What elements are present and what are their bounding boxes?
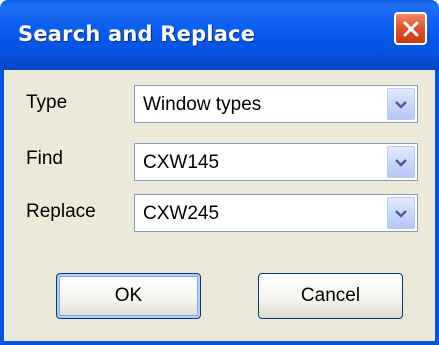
- replace-combobox-value[interactable]: CXW245: [143, 203, 219, 225]
- close-button[interactable]: [394, 12, 427, 45]
- title-bar[interactable]: Search and Replace: [0, 0, 439, 70]
- find-label: Find: [26, 148, 63, 169]
- replace-label: Replace: [26, 201, 96, 222]
- window-title: Search and Replace: [18, 22, 256, 46]
- dialog-body: Type Window types Find CXW145 Replace CX…: [0, 70, 439, 345]
- find-combobox-value[interactable]: CXW145: [143, 152, 219, 174]
- type-dropdown-arrow[interactable]: [387, 88, 415, 120]
- find-combobox[interactable]: CXW145: [134, 143, 418, 181]
- close-icon: [402, 20, 420, 38]
- chevron-down-icon: [394, 95, 408, 114]
- find-dropdown-arrow[interactable]: [387, 146, 415, 178]
- chevron-down-icon: [394, 204, 408, 223]
- chevron-down-icon: [394, 153, 408, 172]
- replace-dropdown-arrow[interactable]: [387, 197, 415, 229]
- search-and-replace-dialog: Search and Replace Type Window types Fin…: [0, 0, 439, 345]
- cancel-button[interactable]: Cancel: [258, 273, 403, 319]
- type-label: Type: [26, 92, 68, 113]
- replace-combobox[interactable]: CXW245: [134, 194, 418, 232]
- ok-button[interactable]: OK: [56, 273, 201, 319]
- type-dropdown[interactable]: Window types: [134, 85, 418, 123]
- type-dropdown-value: Window types: [143, 94, 262, 115]
